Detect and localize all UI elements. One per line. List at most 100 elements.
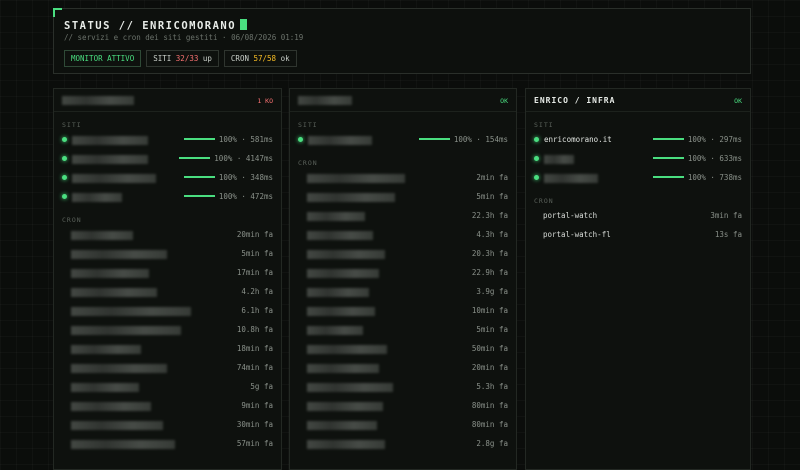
cron-row[interactable]: 10.8h fa [54, 321, 281, 340]
cron-row[interactable]: 5g fa [54, 378, 281, 397]
redacted-text [71, 382, 139, 392]
cron-name [307, 439, 385, 449]
cron-row[interactable]: 2.8g fa [290, 435, 516, 454]
site-row[interactable]: 100% · 581ms [54, 131, 281, 150]
cron-row[interactable]: 5min fa [54, 245, 281, 264]
site-name [544, 173, 598, 183]
cron-row[interactable]: 5min fa [290, 188, 516, 207]
cron-last-run: 20min fa [471, 363, 508, 372]
status-dot-icon [534, 137, 539, 142]
cron-name [71, 325, 181, 335]
site-row[interactable]: 100% · 4147ms [54, 150, 281, 169]
cron-row[interactable]: 22.3h fa [290, 207, 516, 226]
cron-last-run: 20.3h fa [471, 249, 508, 258]
card-title: ENRICO / INFRA [534, 96, 616, 105]
cron-row[interactable]: 10min fa [290, 302, 516, 321]
cron-last-run: 4.3h fa [476, 230, 508, 239]
cron-row[interactable]: 50min fa [290, 340, 516, 359]
header-panel: STATUS // ENRICOMORANO // servizi e cron… [53, 8, 751, 74]
cron-last-run: 17min fa [236, 268, 273, 277]
cron-section-label: CRON [534, 197, 554, 205]
site-name: enricomorano.it [544, 135, 612, 144]
redacted-text [307, 325, 363, 335]
cron-name [71, 344, 141, 354]
cron-last-run: 5min fa [476, 325, 508, 334]
redacted-text [307, 306, 375, 316]
cron-row[interactable]: 17min fa [54, 264, 281, 283]
site-uptime-latency: 100% · 581ms [218, 135, 273, 144]
cron-last-run: 80min fa [471, 420, 508, 429]
cron-row[interactable]: 2min fa [290, 169, 516, 188]
redacted-text [71, 230, 133, 240]
uptime-bar [184, 176, 215, 178]
cron-name [71, 268, 149, 278]
cron-row[interactable]: 9min fa [54, 397, 281, 416]
site-name [308, 135, 372, 145]
cron-row[interactable]: 80min fa [290, 416, 516, 435]
cron-row[interactable]: portal-watch 3min fa [526, 207, 750, 226]
redacted-text [71, 420, 163, 430]
cron-last-run: 6.1h fa [241, 306, 273, 315]
site-uptime-latency: 100% · 154ms [453, 135, 508, 144]
redacted-text [307, 173, 405, 183]
status-dot-icon [534, 156, 539, 161]
uptime-bar [653, 176, 684, 178]
redacted-text [307, 439, 385, 449]
redacted-text [307, 420, 377, 430]
cron-row[interactable]: 5.3h fa [290, 378, 516, 397]
cron-last-run: 50min fa [471, 344, 508, 353]
cron-name [307, 306, 375, 316]
redacted-text [307, 344, 387, 354]
cron-row[interactable]: 20min fa [290, 359, 516, 378]
cron-row[interactable]: 4.3h fa [290, 226, 516, 245]
cursor-block-icon [240, 19, 248, 30]
cron-row[interactable]: 57min fa [54, 435, 281, 454]
site-uptime-latency: 100% · 738ms [687, 173, 742, 182]
cron-last-run: 5.3h fa [476, 382, 508, 391]
site-row[interactable]: 100% · 633ms [526, 150, 750, 169]
redacted-text [307, 363, 379, 373]
redacted-text [308, 135, 372, 145]
cron-row[interactable]: portal-watch-fl 13s fa [526, 226, 750, 245]
cron-name [71, 230, 133, 240]
cron-name [307, 192, 395, 202]
cron-row[interactable]: 5min fa [290, 321, 516, 340]
cron-row[interactable]: 18min fa [54, 340, 281, 359]
card-title [298, 96, 352, 105]
cron-row[interactable]: 20.3h fa [290, 245, 516, 264]
cron-row[interactable]: 30min fa [54, 416, 281, 435]
cron-row[interactable]: 22.9h fa [290, 264, 516, 283]
cron-row[interactable]: 20min fa [54, 226, 281, 245]
redacted-text [307, 382, 393, 392]
redacted-text [307, 249, 385, 259]
redacted-text [71, 401, 151, 411]
uptime-bar [179, 157, 210, 159]
site-row[interactable]: 100% · 348ms [54, 169, 281, 188]
site-name [72, 154, 148, 164]
site-row[interactable]: 100% · 472ms [54, 188, 281, 207]
cron-name [71, 382, 139, 392]
site-uptime-latency: 100% · 348ms [218, 173, 273, 182]
cron-name [307, 173, 405, 183]
site-row[interactable]: 100% · 738ms [526, 169, 750, 188]
redacted-text [71, 325, 181, 335]
service-card: OK SITI 100% · 154ms CRON 2min fa 5min fa 22.3… [289, 88, 517, 470]
cron-name [71, 420, 163, 430]
cron-name [71, 287, 157, 297]
corner-accent [53, 8, 62, 17]
status-dot-icon [62, 175, 67, 180]
cron-row[interactable]: 4.2h fa [54, 283, 281, 302]
card-status-badge: OK [500, 97, 508, 105]
redacted-text [307, 287, 369, 297]
cron-last-run: 2min fa [476, 173, 508, 182]
cron-row[interactable]: 3.9g fa [290, 283, 516, 302]
site-row[interactable]: 100% · 154ms [290, 131, 516, 150]
service-card: 1 KO SITI 100% · 581ms 100% · 4147ms 100% · … [53, 88, 282, 470]
cron-row[interactable]: 80min fa [290, 397, 516, 416]
cron-row[interactable]: 6.1h fa [54, 302, 281, 321]
cron-last-run: 5g fa [250, 382, 273, 391]
cron-last-run: 2.8g fa [476, 439, 508, 448]
cron-row[interactable]: 74min fa [54, 359, 281, 378]
cron-last-run: 74min fa [236, 363, 273, 372]
site-row[interactable]: enricomorano.it 100% · 297ms [526, 131, 750, 150]
